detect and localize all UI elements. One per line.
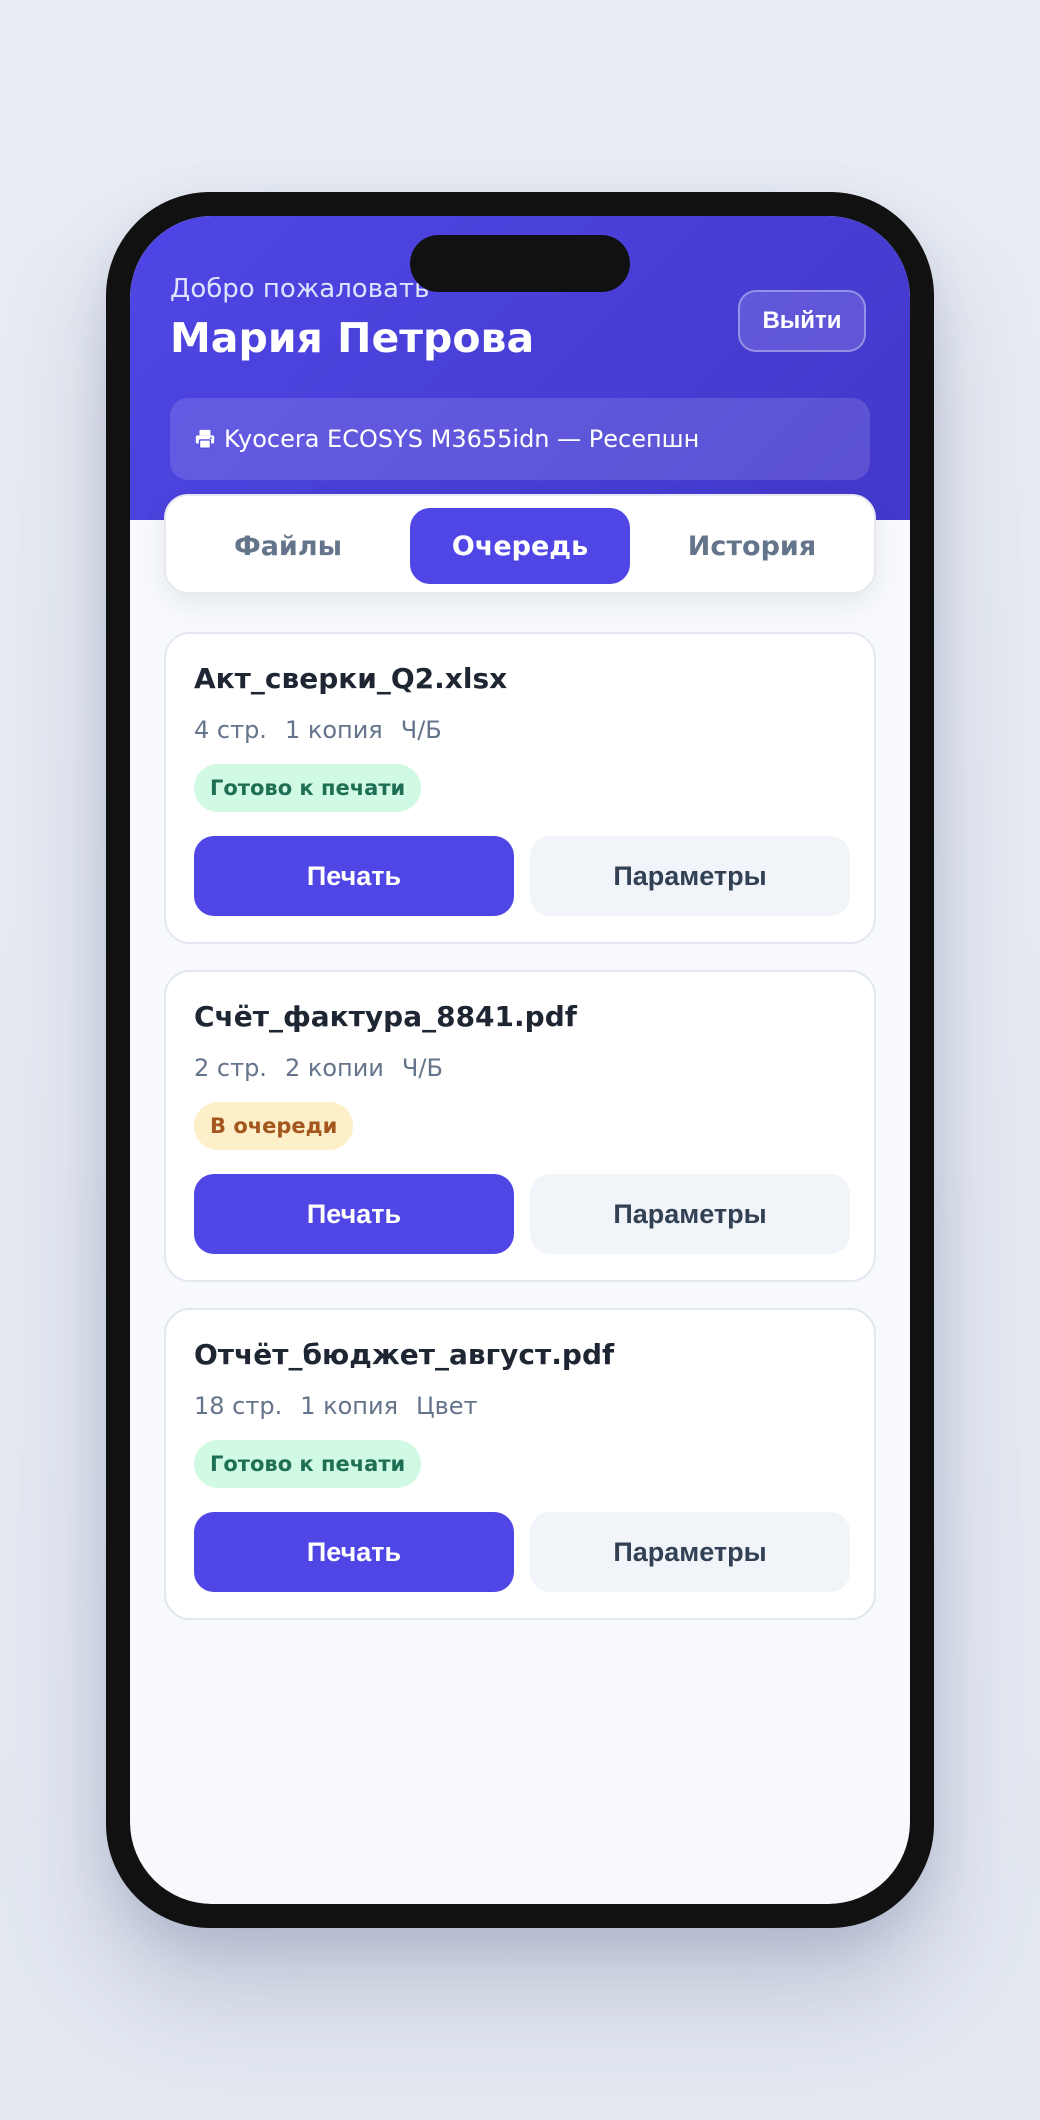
settings-button[interactable]: Параметры — [530, 1174, 850, 1254]
print-button[interactable]: Печать — [194, 1174, 514, 1254]
tab-files[interactable]: Файлы — [178, 508, 398, 584]
job-meta: 4 стр. 1 копия Ч/Б — [194, 716, 460, 744]
settings-button[interactable]: Параметры — [530, 836, 850, 916]
job-pages: 4 стр. — [194, 716, 267, 744]
job-color-mode: Ч/Б — [400, 716, 442, 744]
tab-queue[interactable]: Очередь — [410, 508, 630, 584]
job-file-name: Акт_сверки_Q2.xlsx — [194, 662, 508, 695]
print-job-card: Отчёт_бюджет_август.pdf 18 стр. 1 копия Цв… — [164, 1308, 876, 1620]
tab-bar: Файлы Очередь История — [164, 494, 876, 594]
tab-history[interactable]: История — [642, 508, 862, 584]
settings-button[interactable]: Параметры — [530, 1512, 850, 1592]
printer-icon — [195, 429, 215, 449]
job-copies: 1 копия — [300, 1392, 399, 1420]
status-badge: Готово к печати — [194, 1440, 422, 1488]
job-copies: 1 копия — [284, 716, 383, 744]
phone-frame: Добро пожаловать Мария Петрова Выйти Kyo… — [106, 192, 934, 1928]
job-file-name: Счёт_фактура_8841.pdf — [194, 1000, 577, 1033]
status-badge: В очереди — [194, 1102, 354, 1150]
job-color-mode: Цвет — [416, 1392, 478, 1420]
print-job-card: Счёт_фактура_8841.pdf 2 стр. 2 копии Ч/Б В… — [164, 970, 876, 1282]
app-screen: Добро пожаловать Мария Петрова Выйти Kyo… — [130, 216, 910, 1904]
selected-printer[interactable]: Kyocera ECOSYS M3655idn — Ресепшн — [170, 398, 870, 480]
user-name: Мария Петрова — [170, 314, 535, 362]
job-file-name: Отчёт_бюджет_август.pdf — [194, 1338, 615, 1371]
print-button[interactable]: Печать — [194, 1512, 514, 1592]
job-pages: 2 стр. — [194, 1054, 267, 1082]
status-badge: Готово к печати — [194, 764, 422, 812]
printer-name: Kyocera ECOSYS M3655idn — Ресепшн — [224, 425, 700, 453]
welcome-text: Добро пожаловать — [170, 274, 430, 304]
print-button[interactable]: Печать — [194, 836, 514, 916]
logout-button[interactable]: Выйти — [738, 290, 866, 352]
job-copies: 2 копии — [284, 1054, 384, 1082]
job-meta: 18 стр. 1 копия Цвет — [194, 1392, 496, 1420]
job-color-mode: Ч/Б — [401, 1054, 443, 1082]
dynamic-island — [410, 235, 630, 292]
job-pages: 18 стр. — [194, 1392, 283, 1420]
print-job-card: Акт_сверки_Q2.xlsx 4 стр. 1 копия Ч/Б Гото… — [164, 632, 876, 944]
job-meta: 2 стр. 2 копии Ч/Б — [194, 1054, 461, 1082]
